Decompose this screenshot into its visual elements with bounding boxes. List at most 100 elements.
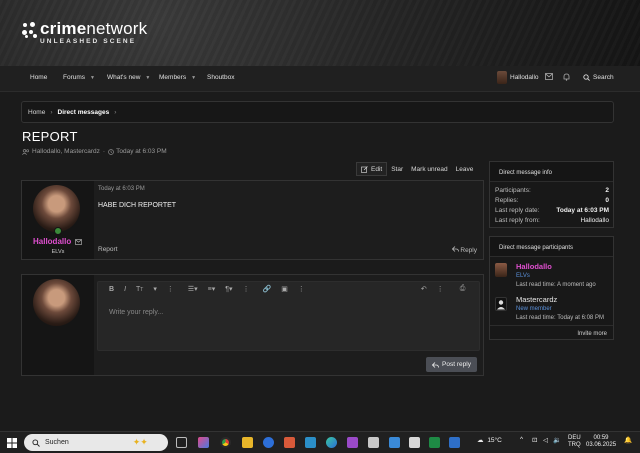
more-icon[interactable]: ⋮ <box>167 285 174 293</box>
more-icon[interactable]: ⋮ <box>437 285 444 293</box>
invite-more-link[interactable]: Invite more <box>577 331 607 337</box>
leave-button[interactable]: Leave <box>452 162 478 176</box>
envelope-icon[interactable] <box>75 239 82 245</box>
excel-icon[interactable] <box>429 437 440 448</box>
breadcrumb-current[interactable]: Direct messages <box>58 109 110 116</box>
align-icon[interactable]: ≡▾ <box>208 285 216 293</box>
nav-home[interactable]: Home <box>30 74 47 81</box>
report-link[interactable]: Report <box>98 246 118 253</box>
app-icon[interactable] <box>284 437 295 448</box>
cloud-icon: ☁ <box>477 437 484 444</box>
site-banner: crimenetwork UNLEASHED SCENE <box>0 0 640 66</box>
envelope-icon[interactable] <box>545 73 553 80</box>
app-icon[interactable] <box>449 437 460 448</box>
message-info-panel: Direct message info Participants: 2 Repli… <box>489 161 614 228</box>
tray-chevron-up-icon[interactable]: ^ <box>520 436 523 443</box>
thread-meta: Hallodallo, Mastercardz · Today at 6:03 … <box>22 148 167 155</box>
bell-icon[interactable] <box>563 73 570 81</box>
participant-last-read: Last read time: A moment ago <box>516 282 596 288</box>
mark-unread-button[interactable]: Mark unread <box>407 162 452 176</box>
participants-panel: Direct message participants Hallodallo E… <box>489 236 614 340</box>
chrome-icon[interactable] <box>220 437 231 448</box>
notification-bell-icon[interactable]: 🔔 <box>624 436 632 444</box>
app-icon[interactable] <box>409 437 420 448</box>
reply-placeholder: Write your reply... <box>109 309 164 316</box>
input-language[interactable]: DEU TRQ <box>568 435 581 449</box>
more-icon[interactable]: ⋮ <box>298 285 305 293</box>
panel-title: Direct message info <box>490 162 613 182</box>
image-icon[interactable]: ▣ <box>281 285 288 293</box>
thread-time: Today at 6:03 PM <box>116 148 167 155</box>
list-icon[interactable]: ☰▾ <box>188 285 198 293</box>
message-post: Hallodallo ELVs Today at 6:03 PM HABE DI… <box>21 180 484 260</box>
quick-reply: B I TT ▾ ⋮ ☰▾ ≡▾ ¶▾ ⋮ 🔗 ▣ ⋮ ↶ ⋮ ⎙ Write y… <box>21 274 484 376</box>
windows-taskbar: Suchen ✦✦ ☁ 15°C ^ ⊡ ◁ 🔉 DEU TRQ 00:59 03.… <box>0 431 640 453</box>
sparkle-icon: ✦✦ <box>132 437 148 447</box>
nav-forums[interactable]: Forums ▼ <box>63 74 95 81</box>
copilot-icon[interactable] <box>198 437 209 448</box>
windows-start-icon[interactable] <box>7 438 17 448</box>
search-icon <box>583 74 590 81</box>
nav-members[interactable]: Members ▼ <box>159 74 196 81</box>
participant-role: ELVs <box>516 273 530 279</box>
post-reply-button[interactable]: Post reply <box>426 357 477 372</box>
chevron-down-icon[interactable]: ▼ <box>191 75 196 81</box>
message-time[interactable]: Today at 6:03 PM <box>98 186 145 192</box>
task-view-icon[interactable] <box>176 437 187 448</box>
bold-icon[interactable]: B <box>109 286 114 293</box>
app-icon[interactable] <box>368 437 379 448</box>
message-body: HABE DICH REPORTET <box>98 202 177 209</box>
message-author[interactable]: Hallodallo <box>33 237 71 246</box>
app-icon[interactable] <box>347 437 358 448</box>
page-title: REPORT <box>22 129 78 144</box>
avatar[interactable] <box>495 297 507 311</box>
site-logo[interactable]: crimenetwork UNLEASHED SCENE <box>22 20 147 45</box>
app-icon[interactable] <box>389 437 400 448</box>
nav-search[interactable]: Search <box>583 74 614 81</box>
link-icon[interactable]: 🔗 <box>263 285 272 293</box>
chevron-down-icon[interactable]: ▼ <box>90 75 95 81</box>
weather-widget[interactable]: ☁ 15°C <box>477 436 502 444</box>
nav-user[interactable]: Hallodallo <box>497 71 539 84</box>
discord-icon[interactable] <box>263 437 274 448</box>
star-button[interactable]: Star <box>387 162 407 176</box>
nav-whats-new[interactable]: What's new ▼ <box>107 74 150 81</box>
italic-icon[interactable]: I <box>124 286 126 293</box>
network-icon[interactable]: ⊡ <box>532 436 537 444</box>
nav-shoutbox[interactable]: Shoutbox <box>207 74 234 81</box>
edit-icon <box>361 165 368 173</box>
avatar <box>33 279 80 326</box>
preview-icon[interactable]: ⎙ <box>460 285 466 293</box>
breadcrumb: Home › Direct messages › <box>21 101 614 123</box>
logo-wordmark: crimenetwork <box>40 19 148 38</box>
participant-last-read: Last read time: Today at 6:08 PM <box>516 315 604 321</box>
avatar[interactable] <box>495 263 507 277</box>
app-icon[interactable] <box>305 437 316 448</box>
info-row: Replies: 0 <box>495 197 609 204</box>
message-author-role: ELVs <box>51 249 65 255</box>
divider <box>490 325 613 326</box>
undo-icon[interactable]: ↶ <box>421 285 427 293</box>
participants-text[interactable]: Hallodallo, Mastercardz <box>32 148 100 155</box>
panel-title: Direct message participants <box>490 237 613 257</box>
text-size-icon[interactable]: TT ▾ <box>136 285 157 293</box>
participant-name[interactable]: Hallodallo <box>516 262 552 271</box>
edge-icon[interactable] <box>326 437 337 448</box>
system-clock[interactable]: 00:59 03.06.2025 <box>586 435 616 449</box>
speaker-icon[interactable]: ◁ <box>543 436 548 444</box>
paragraph-icon[interactable]: ¶▾ <box>225 285 232 293</box>
editor-toolbar: B I TT ▾ ⋮ ☰▾ ≡▾ ¶▾ ⋮ 🔗 ▣ ⋮ ↶ ⋮ ⎙ <box>98 282 479 296</box>
reply-icon <box>451 246 459 252</box>
avatar[interactable] <box>33 185 80 232</box>
breadcrumb-home[interactable]: Home <box>28 109 45 116</box>
reply-editor[interactable]: B I TT ▾ ⋮ ☰▾ ≡▾ ¶▾ ⋮ 🔗 ▣ ⋮ ↶ ⋮ ⎙ Write y… <box>97 281 480 351</box>
chevron-right-icon: › <box>114 108 117 116</box>
taskbar-search[interactable]: Suchen ✦✦ <box>24 434 168 451</box>
volume-icon[interactable]: 🔉 <box>553 436 561 444</box>
participant-name[interactable]: Mastercardz <box>516 295 557 304</box>
edit-button[interactable]: Edit <box>356 162 388 176</box>
file-explorer-icon[interactable] <box>242 437 253 448</box>
more-icon[interactable]: ⋮ <box>243 285 250 293</box>
chevron-down-icon[interactable]: ▼ <box>145 75 150 81</box>
reply-link[interactable]: Reply <box>451 246 477 254</box>
